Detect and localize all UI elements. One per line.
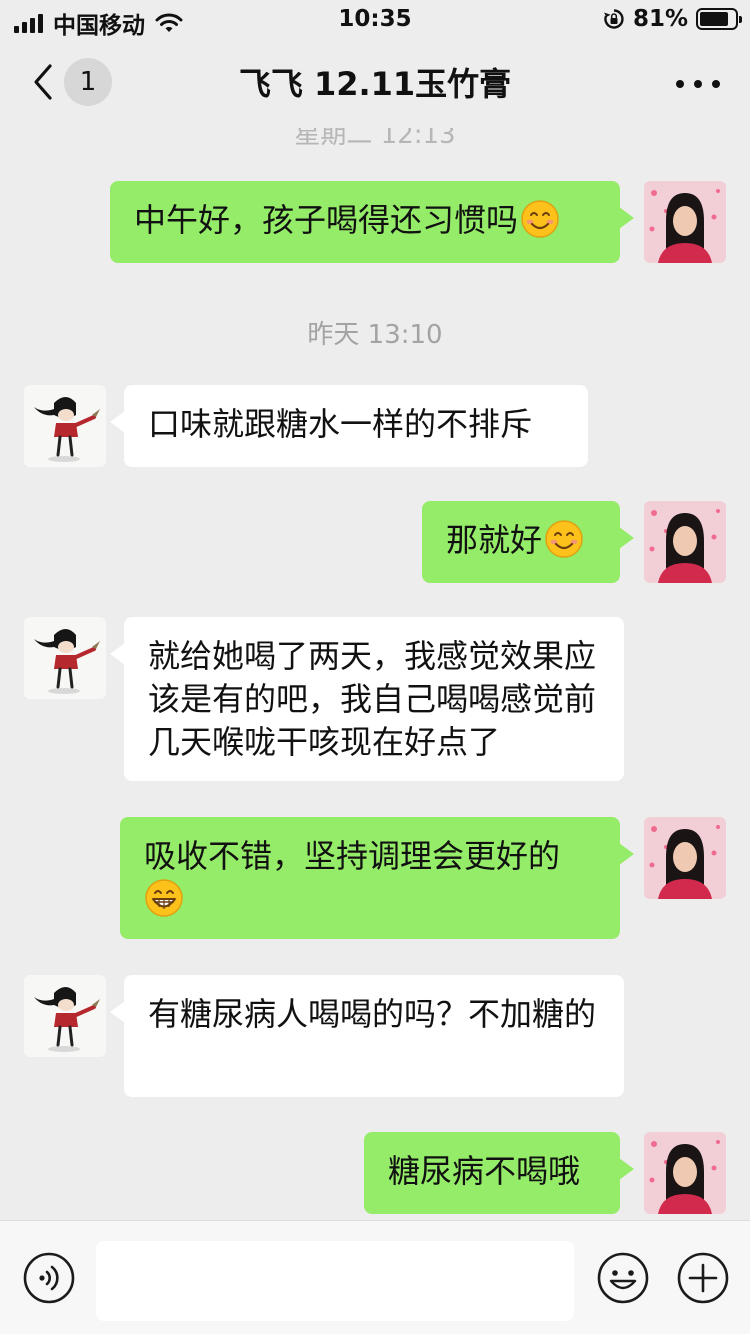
unread-count-badge[interactable]: 1 (64, 58, 112, 106)
contact-avatar[interactable] (24, 617, 106, 699)
composer-bar (0, 1220, 750, 1334)
message-text: 吸收不错，坚持调理会更好的 (144, 837, 561, 875)
profile-photo-icon (644, 817, 726, 899)
message-text: 那就好 (446, 521, 543, 559)
message-text: 糖尿病不喝哦 (388, 1152, 581, 1190)
message-list[interactable]: 星期二 12:13 中午好，孩子喝得还习惯吗 昨天 13:10 口味就跟糖水一样… (0, 128, 750, 1220)
emoji-icon[interactable] (596, 1251, 650, 1305)
profile-photo-icon (644, 181, 726, 263)
orientation-lock-icon (603, 9, 624, 29)
message-bubble-incoming[interactable]: 就给她喝了两天，我感觉效果应该是有的吧，我自己喝喝感觉前几天喉咙干咳现在好点了 (110, 617, 624, 781)
plus-icon[interactable] (676, 1251, 730, 1305)
my-avatar[interactable] (644, 1132, 726, 1214)
smile-emoji-icon (521, 200, 559, 238)
message-bubble-incoming[interactable]: 口味就跟糖水一样的不排斥 (110, 385, 588, 467)
profile-photo-icon (644, 501, 726, 583)
message-text: 就给她喝了两天，我感觉效果应该是有的吧，我自己喝喝感觉前几天喉咙干咳现在好点了 (148, 637, 597, 761)
battery-percent: 81% (632, 6, 688, 32)
chat-header: 1 飞飞 12.11玉竹膏 (0, 40, 750, 128)
voice-icon[interactable] (22, 1251, 76, 1305)
status-right: 81% (603, 6, 742, 32)
smile-emoji-icon (545, 520, 583, 558)
battery-icon (696, 8, 742, 30)
message-input[interactable] (96, 1241, 574, 1321)
back-chevron-icon (34, 64, 52, 100)
cartoon-girl-icon (24, 385, 106, 467)
my-avatar[interactable] (644, 817, 726, 899)
message-bubble-outgoing[interactable]: 糖尿病不喝哦 (364, 1132, 634, 1214)
more-icon (676, 80, 684, 88)
message-text: 有糖尿病人喝喝的吗？不加糖的 (148, 995, 597, 1033)
message-bubble-incoming[interactable]: 有糖尿病人喝喝的吗？不加糖的 (110, 975, 624, 1097)
chat-title: 飞飞 12.11玉竹膏 (238, 65, 512, 103)
message-bubble-outgoing[interactable]: 那就好 (422, 501, 634, 583)
profile-photo-icon (644, 1132, 726, 1214)
contact-avatar[interactable] (24, 385, 106, 467)
cartoon-girl-icon (24, 617, 106, 699)
status-bar: 中国移动 10:35 81% (0, 0, 750, 40)
battery-nub (739, 16, 742, 23)
grin-emoji-icon (145, 879, 183, 917)
contact-avatar[interactable] (24, 975, 106, 1057)
timestamp-partial: 星期二 12:13 (294, 128, 456, 150)
message-bubble-outgoing[interactable]: 吸收不错，坚持调理会更好的 (120, 817, 634, 939)
cartoon-girl-icon (24, 975, 106, 1057)
message-text: 口味就跟糖水一样的不排斥 (148, 405, 533, 443)
message-bubble-outgoing[interactable]: 中午好，孩子喝得还习惯吗 (110, 181, 634, 263)
my-avatar[interactable] (644, 181, 726, 263)
message-text: 中午好，孩子喝得还习惯吗 (134, 201, 519, 239)
chat-screen: 中国移动 10:35 81% 1 飞飞 12.11玉竹膏 星期二 12:13 中… (0, 0, 750, 1334)
more-button[interactable] (676, 68, 720, 100)
battery-fill (700, 12, 728, 26)
timestamp-yesterday: 昨天 13:10 (307, 320, 443, 350)
my-avatar[interactable] (644, 501, 726, 583)
back-button[interactable] (30, 60, 60, 108)
